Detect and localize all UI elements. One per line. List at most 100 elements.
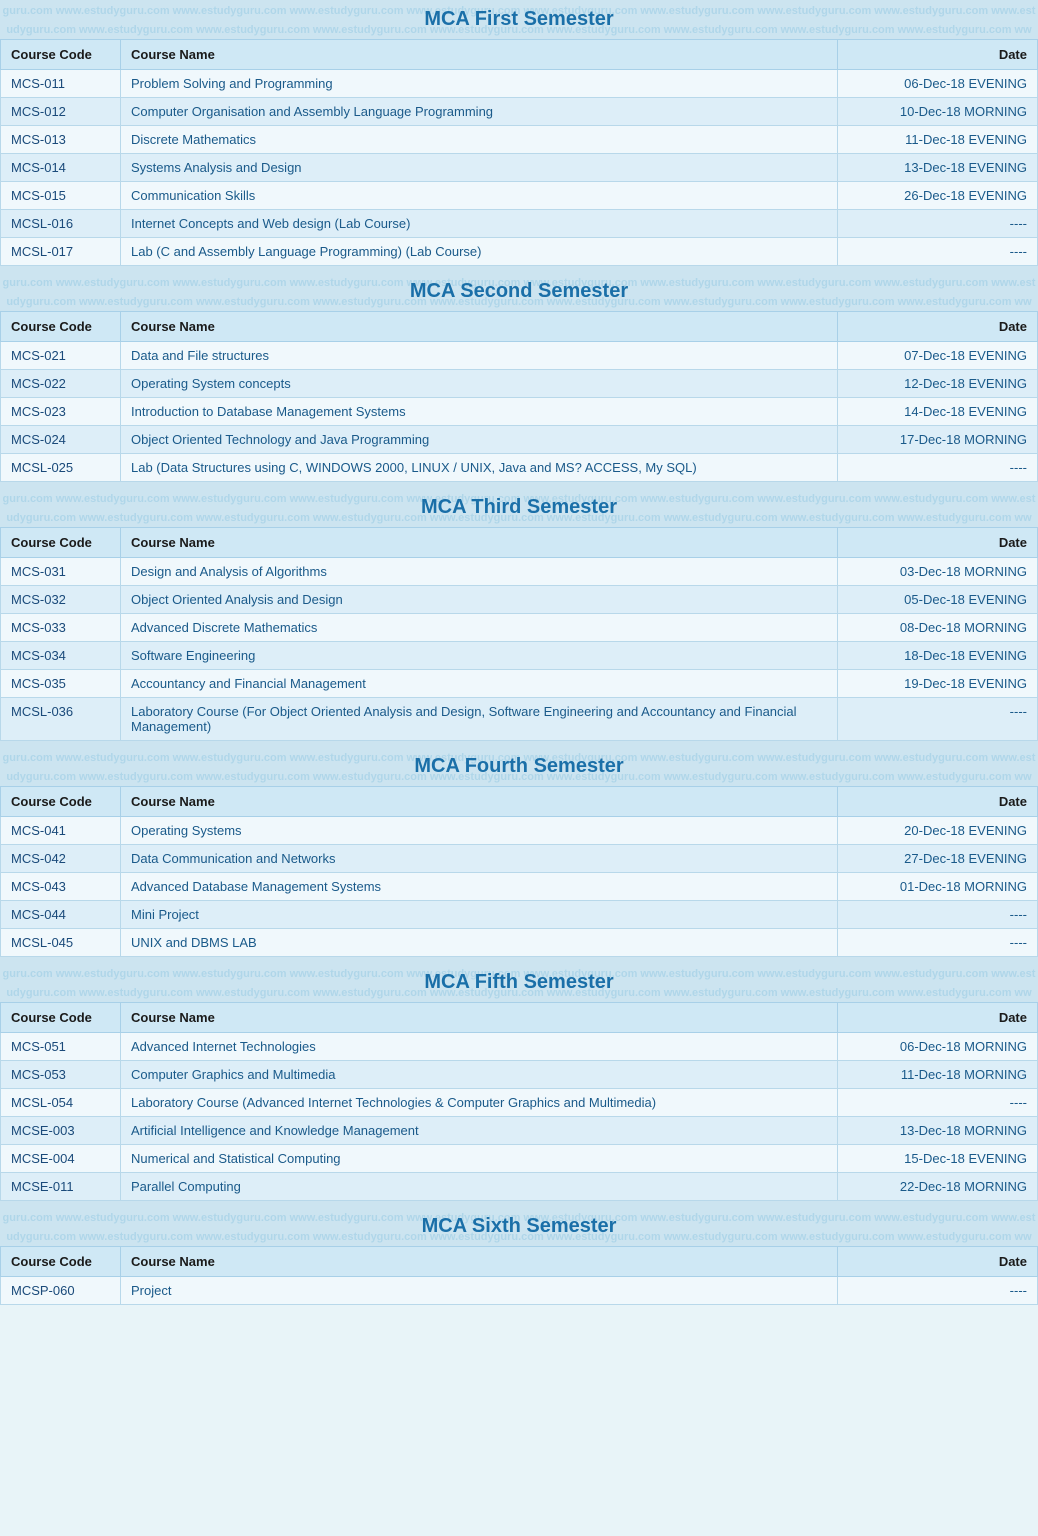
semester-title: MCA Sixth Semester — [422, 1215, 617, 1237]
table-row: MCS-015Communication Skills26-Dec-18 EVE… — [1, 182, 1038, 210]
course-code: MCS-021 — [1, 342, 121, 370]
course-name: Object Oriented Technology and Java Prog… — [121, 426, 838, 454]
column-header-0: Course Code — [1, 40, 121, 70]
course-date: 06-Dec-18 MORNING — [838, 1033, 1038, 1061]
course-date: 13-Dec-18 MORNING — [838, 1117, 1038, 1145]
table-row: MCS-031Design and Analysis of Algorithms… — [1, 558, 1038, 586]
course-date: 17-Dec-18 MORNING — [838, 426, 1038, 454]
table-row: MCSL-025Lab (Data Structures using C, WI… — [1, 454, 1038, 482]
course-code: MCS-043 — [1, 873, 121, 901]
course-date: 01-Dec-18 MORNING — [838, 873, 1038, 901]
course-date: 11-Dec-18 MORNING — [838, 1061, 1038, 1089]
course-name: Accountancy and Financial Management — [121, 670, 838, 698]
course-name: Communication Skills — [121, 182, 838, 210]
table-row: MCSE-003Artificial Intelligence and Know… — [1, 1117, 1038, 1145]
column-header-0: Course Code — [1, 787, 121, 817]
course-name: Advanced Database Management Systems — [121, 873, 838, 901]
course-date: 18-Dec-18 EVENING — [838, 642, 1038, 670]
column-header-2: Date — [838, 312, 1038, 342]
table-row: MCS-035Accountancy and Financial Managem… — [1, 670, 1038, 698]
course-name: Project — [121, 1277, 838, 1305]
table-row: MCS-044Mini Project---- — [1, 901, 1038, 929]
course-code: MCSE-011 — [1, 1173, 121, 1201]
course-date: ---- — [838, 1277, 1038, 1305]
course-code: MCSE-003 — [1, 1117, 121, 1145]
course-name: Object Oriented Analysis and Design — [121, 586, 838, 614]
course-date: 14-Dec-18 EVENING — [838, 398, 1038, 426]
table-row: MCSE-004Numerical and Statistical Comput… — [1, 1145, 1038, 1173]
course-name: Mini Project — [121, 901, 838, 929]
table-row: MCSL-045UNIX and DBMS LAB---- — [1, 929, 1038, 957]
course-date: 03-Dec-18 MORNING — [838, 558, 1038, 586]
course-code: MCS-011 — [1, 70, 121, 98]
table-row: MCS-023Introduction to Database Manageme… — [1, 398, 1038, 426]
course-name: Laboratory Course (Advanced Internet Tec… — [121, 1089, 838, 1117]
table-row: MCS-041Operating Systems20-Dec-18 EVENIN… — [1, 817, 1038, 845]
course-date: ---- — [838, 454, 1038, 482]
column-header-0: Course Code — [1, 1003, 121, 1033]
course-name: Software Engineering — [121, 642, 838, 670]
table-row: MCS-053Computer Graphics and Multimedia1… — [1, 1061, 1038, 1089]
course-code: MCS-034 — [1, 642, 121, 670]
table-row: MCS-014Systems Analysis and Design13-Dec… — [1, 154, 1038, 182]
column-header-1: Course Name — [121, 1003, 838, 1033]
course-name: Systems Analysis and Design — [121, 154, 838, 182]
semester-table-5: Course CodeCourse NameDateMCS-051Advance… — [0, 1002, 1038, 1201]
table-row: MCS-011Problem Solving and Programming06… — [1, 70, 1038, 98]
course-name: Computer Graphics and Multimedia — [121, 1061, 838, 1089]
course-name: Laboratory Course (For Object Oriented A… — [121, 698, 838, 741]
column-header-1: Course Name — [121, 1247, 838, 1277]
table-row: MCSL-017Lab (C and Assembly Language Pro… — [1, 238, 1038, 266]
table-row: MCS-051Advanced Internet Technologies06-… — [1, 1033, 1038, 1061]
course-name: Discrete Mathematics — [121, 126, 838, 154]
course-name: Design and Analysis of Algorithms — [121, 558, 838, 586]
course-code: MCSL-017 — [1, 238, 121, 266]
table-row: MCSP-060Project---- — [1, 1277, 1038, 1305]
course-code: MCS-031 — [1, 558, 121, 586]
column-header-2: Date — [838, 528, 1038, 558]
course-code: MCSL-016 — [1, 210, 121, 238]
semester-title: MCA Fourth Semester — [414, 755, 623, 777]
column-header-1: Course Name — [121, 312, 838, 342]
semester-header-6: guru.com www.estudyguru.com www.estudygu… — [0, 1207, 1038, 1246]
course-name: Advanced Discrete Mathematics — [121, 614, 838, 642]
course-date: 20-Dec-18 EVENING — [838, 817, 1038, 845]
course-date: ---- — [838, 238, 1038, 266]
course-name: Lab (C and Assembly Language Programming… — [121, 238, 838, 266]
course-date: 07-Dec-18 EVENING — [838, 342, 1038, 370]
course-name: Data and File structures — [121, 342, 838, 370]
course-date: ---- — [838, 210, 1038, 238]
semester-header-4: guru.com www.estudyguru.com www.estudygu… — [0, 747, 1038, 786]
course-code: MCS-051 — [1, 1033, 121, 1061]
table-row: MCS-024Object Oriented Technology and Ja… — [1, 426, 1038, 454]
course-code: MCS-024 — [1, 426, 121, 454]
course-date: 10-Dec-18 MORNING — [838, 98, 1038, 126]
course-code: MCS-032 — [1, 586, 121, 614]
course-code: MCS-012 — [1, 98, 121, 126]
course-date: ---- — [838, 698, 1038, 741]
column-header-2: Date — [838, 40, 1038, 70]
column-header-0: Course Code — [1, 1247, 121, 1277]
course-name: Lab (Data Structures using C, WINDOWS 20… — [121, 454, 838, 482]
course-date: 05-Dec-18 EVENING — [838, 586, 1038, 614]
course-date: 27-Dec-18 EVENING — [838, 845, 1038, 873]
course-name: Numerical and Statistical Computing — [121, 1145, 838, 1173]
course-code: MCSE-004 — [1, 1145, 121, 1173]
course-name: UNIX and DBMS LAB — [121, 929, 838, 957]
semester-table-4: Course CodeCourse NameDateMCS-041Operati… — [0, 786, 1038, 957]
column-header-2: Date — [838, 1003, 1038, 1033]
semester-title: MCA Second Semester — [410, 280, 628, 302]
course-date: 13-Dec-18 EVENING — [838, 154, 1038, 182]
table-row: MCS-022Operating System concepts12-Dec-1… — [1, 370, 1038, 398]
semester-header-5: guru.com www.estudyguru.com www.estudygu… — [0, 963, 1038, 1002]
table-row: MCSL-016Internet Concepts and Web design… — [1, 210, 1038, 238]
course-name: Introduction to Database Management Syst… — [121, 398, 838, 426]
semester-title: MCA First Semester — [424, 8, 613, 30]
course-code: MCS-023 — [1, 398, 121, 426]
course-date: ---- — [838, 929, 1038, 957]
course-date: 22-Dec-18 MORNING — [838, 1173, 1038, 1201]
course-name: Operating System concepts — [121, 370, 838, 398]
semester-table-1: Course CodeCourse NameDateMCS-011Problem… — [0, 39, 1038, 266]
course-date: 11-Dec-18 EVENING — [838, 126, 1038, 154]
table-row: MCS-021Data and File structures07-Dec-18… — [1, 342, 1038, 370]
